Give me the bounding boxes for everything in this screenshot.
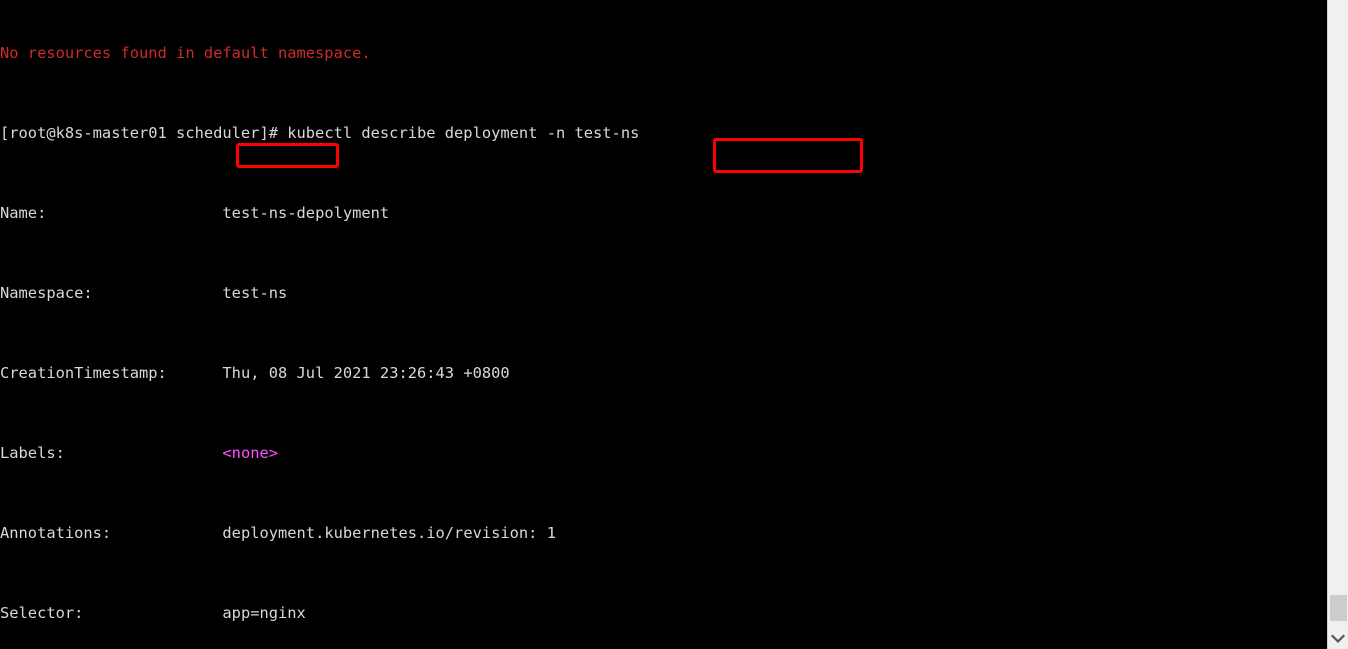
terminal-screen: No resources found in default namespace.… bbox=[0, 0, 1327, 649]
selector-value: app=nginx bbox=[222, 604, 306, 622]
name-key: Name: bbox=[0, 204, 47, 222]
scrollbar-track[interactable] bbox=[1328, 0, 1348, 649]
labels-value: <none> bbox=[222, 444, 279, 462]
namespace-value: test-ns bbox=[222, 284, 288, 302]
labels-key: Labels: bbox=[0, 444, 65, 462]
creationtimestamp-value: Thu, 08 Jul 2021 23:26:43 +0800 bbox=[222, 364, 510, 382]
terminal-line-selector: Selector: app=nginx bbox=[0, 603, 1327, 623]
shell-command: kubectl describe deployment -n test-ns bbox=[287, 124, 640, 142]
chevron-down-icon[interactable] bbox=[1328, 631, 1348, 647]
vertical-scrollbar[interactable] bbox=[1327, 0, 1348, 649]
terminal-line-labels: Labels: <none> bbox=[0, 443, 1327, 463]
pad bbox=[46, 204, 222, 222]
terminal-line-creationtimestamp: CreationTimestamp: Thu, 08 Jul 2021 23:2… bbox=[0, 363, 1327, 383]
pad bbox=[93, 284, 223, 302]
terminal-line-scrolled: No resources found in default namespace. bbox=[0, 43, 1327, 63]
scrolled-message-text: No resources found in default namespace. bbox=[0, 44, 371, 62]
pad bbox=[167, 364, 223, 382]
selector-key: Selector: bbox=[0, 604, 84, 622]
pad bbox=[111, 524, 222, 542]
terminal-window: No resources found in default namespace.… bbox=[0, 0, 1348, 649]
pad bbox=[65, 444, 223, 462]
annotations-key: Annotations: bbox=[0, 524, 112, 542]
terminal-line-name: Name: test-ns-depolyment bbox=[0, 203, 1327, 223]
terminal-line-namespace: Namespace: test-ns bbox=[0, 283, 1327, 303]
annotations-value: deployment.kubernetes.io/revision: 1 bbox=[222, 524, 556, 542]
shell-prompt: [root@k8s-master01 scheduler]# bbox=[0, 124, 288, 142]
terminal-line-annotations: Annotations: deployment.kubernetes.io/re… bbox=[0, 523, 1327, 543]
terminal-output-area[interactable]: No resources found in default namespace.… bbox=[0, 0, 1327, 649]
scrollbar-thumb[interactable] bbox=[1330, 595, 1347, 621]
namespace-key: Namespace: bbox=[0, 284, 93, 302]
name-value: test-ns-depolyment bbox=[222, 204, 390, 222]
creationtimestamp-key: CreationTimestamp: bbox=[0, 364, 167, 382]
terminal-line-command: [root@k8s-master01 scheduler]# kubectl d… bbox=[0, 123, 1327, 143]
pad bbox=[83, 604, 222, 622]
